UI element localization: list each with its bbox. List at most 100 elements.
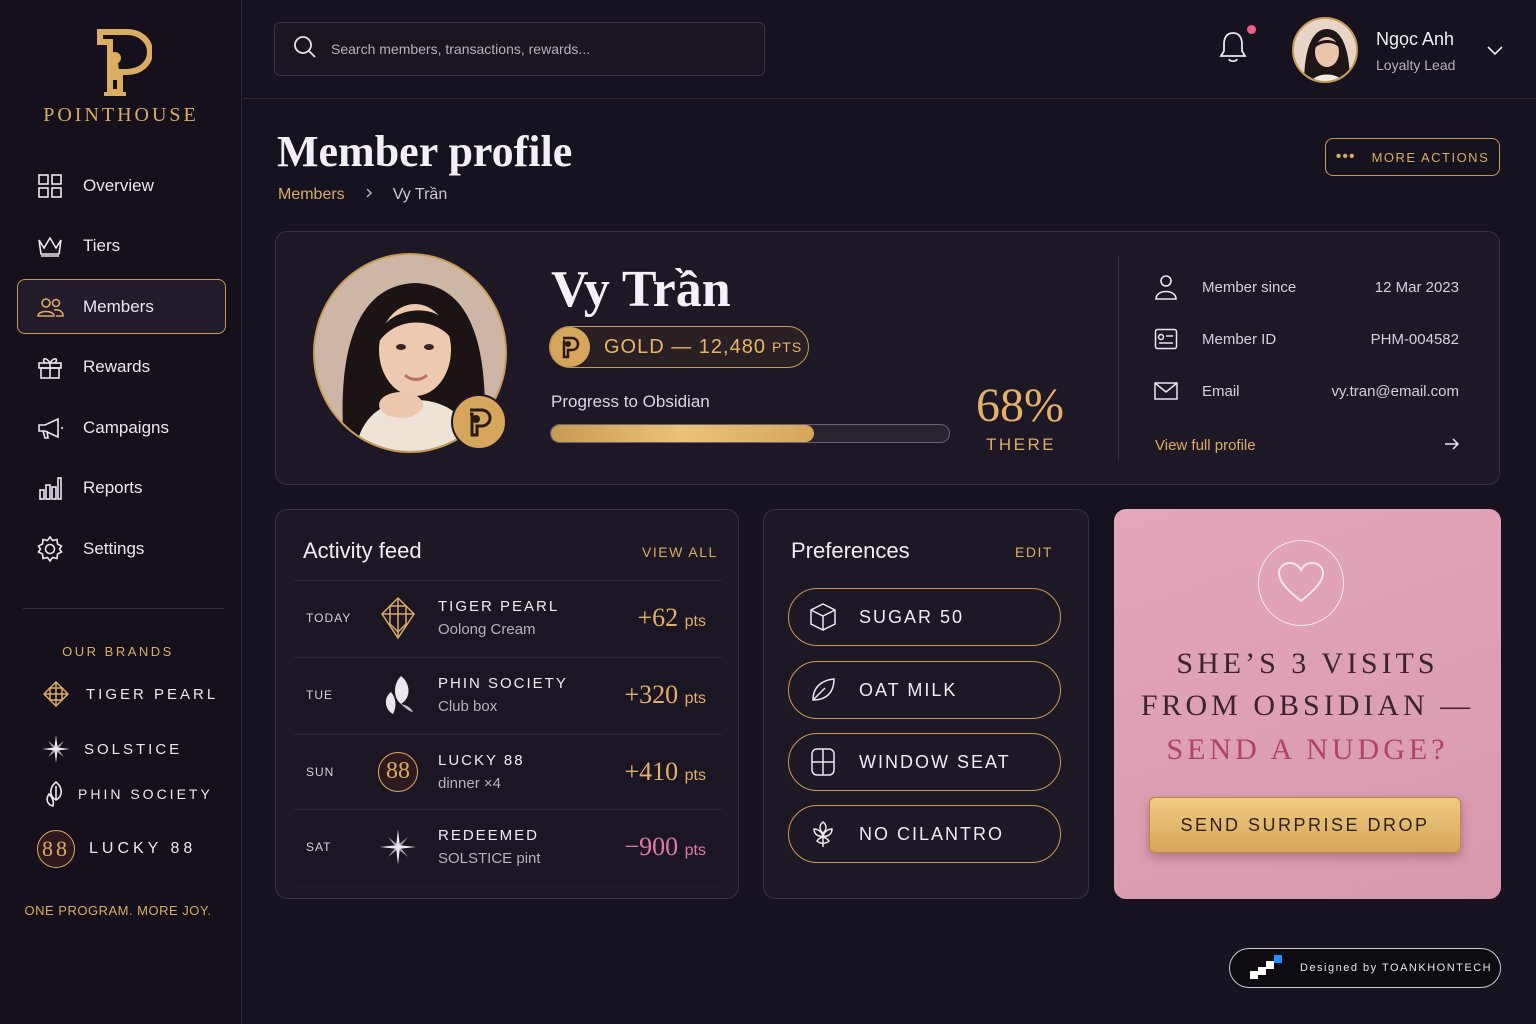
activity-row[interactable]: SAT REDEEMED SOLSTICE pint −900 pts	[294, 809, 722, 883]
credit-text: Designed by TOANKHONTECH	[1300, 962, 1493, 974]
points-value: −900	[624, 831, 679, 861]
nav-item-reports[interactable]: Reports	[17, 461, 226, 516]
view-all-link[interactable]: VIEW ALL	[642, 544, 718, 560]
star-burst-icon	[358, 828, 438, 866]
vertical-divider	[1118, 256, 1119, 461]
more-actions-label: MORE ACTIONS	[1371, 149, 1490, 165]
brands-title: OUR BRANDS	[62, 644, 174, 659]
info-value: PHM-004582	[1370, 330, 1459, 348]
points-unit: pts	[684, 766, 706, 784]
search-bar[interactable]	[274, 22, 765, 76]
info-label: Member ID	[1202, 330, 1277, 348]
chevron-down-icon[interactable]	[1486, 44, 1504, 62]
activity-sub-text: SOLSTICE pint	[438, 849, 541, 867]
breadcrumb: Members Vy Trần	[278, 186, 447, 204]
user-role: Loyalty Lead	[1376, 57, 1456, 73]
brand-logo[interactable]: POINTHOUSE	[0, 28, 242, 127]
info-label: Member since	[1202, 278, 1297, 296]
search-icon	[293, 35, 317, 64]
breadcrumb-current: Vy Trần	[392, 186, 448, 203]
page-title: Member profile	[277, 127, 573, 176]
brand-item-tiger-pearl[interactable]: TIGER PEARL	[36, 680, 218, 708]
preference-chip[interactable]: NO CILANTRO	[788, 805, 1061, 863]
progress-note: THERE	[986, 435, 1057, 454]
edit-preferences-link[interactable]: EDIT	[1015, 544, 1053, 560]
cube-icon	[809, 602, 837, 632]
preference-label: OAT MILK	[859, 679, 958, 700]
gem-icon	[358, 596, 438, 640]
points-value: +62	[637, 602, 679, 632]
preference-chip[interactable]: OAT MILK	[788, 661, 1061, 719]
view-full-profile-link[interactable]: View full profile	[1155, 437, 1460, 454]
nav-item-settings[interactable]: Settings	[17, 521, 226, 576]
pointhouse-badge-icon	[451, 394, 507, 450]
bell-icon[interactable]	[1218, 30, 1248, 69]
preference-label: WINDOW SEAT	[859, 751, 1011, 772]
nav-item-tiers[interactable]: Tiers	[17, 219, 226, 274]
pixel-logo-icon	[1250, 954, 1282, 982]
top-header: Ngọc Anh Loyalty Lead	[243, 0, 1536, 99]
activity-day: TODAY	[306, 610, 352, 625]
info-member-since: Member since 12 Mar 2023	[1154, 274, 1459, 300]
nav-item-members[interactable]: Members	[17, 279, 226, 334]
more-actions-button[interactable]: ••• MORE ACTIONS	[1325, 138, 1500, 176]
notification-dot	[1247, 25, 1256, 34]
id-card-icon	[1154, 328, 1178, 350]
users-icon	[36, 293, 64, 321]
info-value: 12 Mar 2023	[1374, 278, 1459, 296]
designer-credit-badge: Designed by TOANKHONTECH	[1229, 948, 1501, 988]
info-value[interactable]: vy.tran@email.com	[1332, 383, 1459, 400]
nav-item-rewards[interactable]: Rewards	[17, 340, 226, 395]
preference-chip[interactable]: SUGAR 50	[788, 588, 1061, 646]
lucky-88-badge-text: 88	[37, 830, 75, 868]
bar-chart-icon	[36, 474, 64, 502]
brand-label: TIGER PEARL	[86, 685, 219, 703]
brand-label: SOLSTICE	[84, 740, 183, 758]
sidebar: POINTHOUSE Overview Tiers Members Reward…	[0, 0, 242, 1024]
nav-label: Tiers	[83, 236, 121, 255]
info-label: Email	[1202, 382, 1240, 400]
leaf-icon	[36, 780, 76, 808]
info-email: Email vy.tran@email.com	[1154, 382, 1459, 400]
nav-item-overview[interactable]: Overview	[17, 158, 226, 213]
points-value: +410	[624, 756, 679, 786]
member-name: Vy Trần	[551, 261, 731, 318]
heart-icon	[1258, 540, 1344, 626]
brand-label: PHIN SOCIETY	[78, 786, 213, 802]
nav-label: Settings	[83, 538, 145, 558]
nav-label: Overview	[83, 175, 154, 195]
nav-item-campaigns[interactable]: Campaigns	[17, 400, 226, 455]
tier-pts-unit: PTS	[771, 339, 803, 355]
activity-title-text: REDEEMED	[438, 826, 540, 844]
tier-text: GOLD — 12,480	[604, 335, 766, 358]
megaphone-icon	[36, 414, 64, 442]
activity-title-text: LUCKY 88	[438, 751, 525, 769]
nudge-line-3: SEND A NUDGE?	[1166, 733, 1449, 766]
brand-item-phin-society[interactable]: PHIN SOCIETY	[36, 780, 213, 808]
activity-day: SAT	[306, 839, 332, 854]
send-surprise-drop-button[interactable]: SEND SURPRISE DROP	[1149, 797, 1461, 853]
user-avatar[interactable]	[1292, 17, 1358, 83]
profile-card: Vy Trần GOLD — 12,480 PTS Progress to Ob…	[275, 231, 1500, 485]
points-unit: pts	[684, 841, 706, 859]
activity-row[interactable]: SUN 88 LUCKY 88 dinner ×4 +410 pts	[294, 734, 722, 808]
info-member-id: Member ID PHM-004582	[1154, 328, 1459, 350]
gear-icon	[36, 535, 64, 563]
activity-points: −900 pts	[624, 832, 722, 862]
preferences-title: Preferences	[791, 538, 910, 563]
leaf-icon	[809, 676, 837, 704]
search-input[interactable]	[331, 41, 731, 57]
preference-label: SUGAR 50	[859, 606, 965, 627]
brand-tagline: ONE PROGRAM. MORE JOY.	[24, 903, 212, 918]
brand-item-solstice[interactable]: SOLSTICE	[36, 734, 182, 764]
activity-row[interactable]: TUE PHIN SOCIETY Club box +320 pts	[294, 657, 722, 731]
lucky-88-badge: 88	[36, 830, 76, 868]
nudge-card: SHE’S 3 VISITS FROM OBSIDIAN — SEND A NU…	[1114, 509, 1501, 899]
preference-chip[interactable]: WINDOW SEAT	[788, 733, 1061, 791]
activity-row[interactable]: TODAY TIGER PEARL Oolong Cream +62 pts	[294, 580, 722, 654]
chevron-right-icon	[365, 186, 373, 204]
breadcrumb-members-link[interactable]: Members	[278, 186, 345, 204]
brand-item-lucky-88[interactable]: 88 LUCKY 88	[36, 830, 196, 868]
brand-name: POINTHOUSE	[43, 104, 199, 126]
arrow-right-icon	[1444, 437, 1460, 454]
